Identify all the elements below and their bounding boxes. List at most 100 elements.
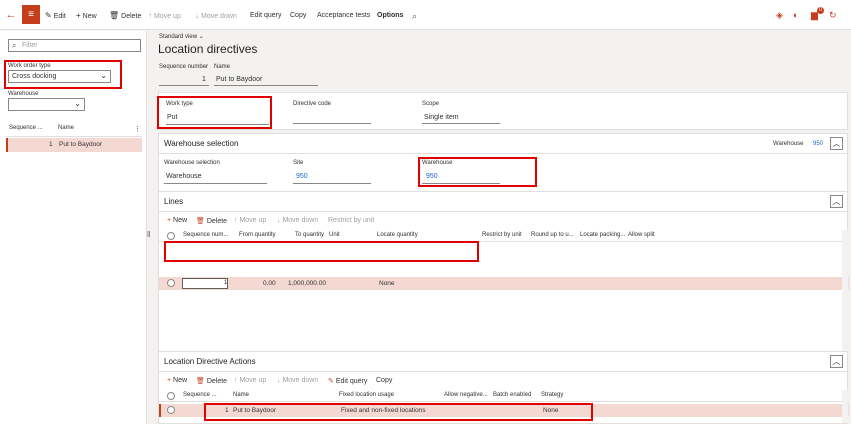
options-tab[interactable]: Options [377, 10, 403, 22]
actions-move-up-button[interactable]: ↑ Move up [234, 377, 266, 384]
chevron-up-icon[interactable]: ︿ [830, 137, 843, 150]
column-name[interactable]: Name [233, 392, 249, 398]
column-restrict-by-unit[interactable]: Restrict by unit [482, 232, 522, 238]
hamburger-menu-icon[interactable]: ≡ [22, 5, 40, 24]
column-from-quantity[interactable]: From quantity [239, 232, 276, 238]
column-name[interactable]: Name [58, 125, 74, 131]
plus-icon: + [167, 217, 172, 224]
scope-label: Scope [422, 101, 440, 107]
pencil-icon: ✎ [328, 378, 334, 385]
column-to-quantity[interactable]: To quantity [295, 232, 324, 238]
row-select-radio[interactable] [167, 279, 175, 287]
chevron-up-icon[interactable]: ︿ [830, 355, 843, 368]
warehouse-selection-title[interactable]: Warehouse selection [164, 139, 238, 148]
lines-scrollbar[interactable] [842, 230, 848, 355]
plus-icon: + [76, 11, 81, 20]
back-arrow-icon[interactable]: ← [4, 8, 18, 22]
column-locate-quantity[interactable]: Locate quantity [377, 232, 418, 238]
lines-section: Lines ︿ + New 🗑 Delete ↑ Move up ↓ Move … [158, 191, 849, 356]
trash-icon: 🗑 [196, 378, 205, 385]
splitter-handle[interactable]: ‖ [147, 230, 150, 239]
highlight-lines-row [164, 241, 479, 262]
table-row[interactable]: 1 0.00 1,000,000.00 None [159, 277, 849, 290]
edit-query-button[interactable]: Edit query [250, 10, 282, 22]
name-label: Name [214, 64, 231, 70]
lines-move-up-button[interactable]: ↑ Move up [234, 217, 266, 224]
list-item[interactable]: 1 Put to Baydoor [6, 138, 142, 152]
column-batch-enabled[interactable]: Batch enabled [493, 392, 531, 398]
move-down-button[interactable]: ↓ Move down [195, 10, 237, 22]
action-pane: ← ≡ ✎ Edit + New 🗑 Delete ↑ Move up ↓ Move do… [0, 0, 851, 30]
refresh-icon[interactable]: ↻ [829, 9, 837, 21]
edit-button[interactable]: ✎ Edit [45, 10, 66, 22]
office-icon[interactable]: ◐ [793, 9, 798, 21]
column-sequence[interactable]: Sequence ... [183, 392, 217, 398]
sequence-number-field[interactable]: 1 [202, 76, 206, 83]
actions-new-button[interactable]: + New [167, 377, 187, 384]
pencil-icon: ✎ [45, 11, 52, 20]
actions-grid-header: Sequence ... Name Fixed location usage A… [159, 390, 849, 402]
lines-title[interactable]: Lines [164, 197, 183, 206]
view-selector[interactable]: Standard view ⌄ [159, 33, 204, 40]
arrow-down-icon: ↓ [277, 377, 281, 384]
column-locate-packing[interactable]: Locate packing... [580, 232, 625, 238]
search-icon[interactable]: ⌕ [412, 10, 417, 22]
search-icon: ⌕ [12, 41, 17, 50]
copy-button[interactable]: Copy [290, 10, 306, 22]
arrow-down-icon: ↓ [195, 11, 199, 20]
column-strategy[interactable]: Strategy [541, 392, 563, 398]
column-fixed-location-usage[interactable]: Fixed location usage [339, 392, 394, 398]
sequence-cell-input[interactable] [182, 278, 228, 289]
actions-copy-button[interactable]: Copy [376, 377, 392, 384]
column-allow-split[interactable]: Allow split [628, 232, 655, 238]
arrow-up-icon: ↑ [234, 377, 238, 384]
new-button[interactable]: + New [76, 10, 97, 22]
highlight-action-row [204, 403, 593, 421]
column-sequence[interactable]: Sequence ... [9, 125, 43, 131]
trash-icon: 🗑 [109, 11, 120, 20]
plus-icon: + [167, 377, 172, 384]
warehouse-select[interactable]: ⌄ [8, 98, 85, 111]
site-field[interactable]: 950 [296, 173, 308, 180]
delete-button[interactable]: 🗑 Delete [109, 10, 141, 22]
trash-icon: 🗑 [196, 218, 205, 225]
lines-restrict-by-unit-button[interactable]: Restrict by unit [328, 217, 374, 224]
list-header: Sequence ... Name ⋮ [6, 123, 142, 137]
warehouse-selection-label: Warehouse selection [164, 160, 220, 166]
select-all-radio[interactable] [167, 392, 175, 400]
lines-move-down-button[interactable]: ↓ Move down [277, 217, 318, 224]
actions-move-down-button[interactable]: ↓ Move down [277, 377, 318, 384]
filter-input[interactable]: ⌕ Filter [8, 39, 141, 52]
highlight-warehouse [418, 157, 537, 187]
lines-delete-button[interactable]: 🗑 Delete [196, 217, 227, 225]
actions-title[interactable]: Location Directive Actions [164, 357, 256, 366]
more-icon[interactable]: ⋮ [134, 125, 141, 133]
column-round-up[interactable]: Round up to u... [531, 232, 574, 238]
scope-field[interactable]: Single item [424, 114, 459, 121]
summary-warehouse-label: Warehouse [773, 141, 804, 147]
arrow-up-icon: ↑ [148, 11, 152, 20]
arrow-up-icon: ↑ [234, 217, 238, 224]
column-allow-negative[interactable]: Allow negative... [444, 392, 488, 398]
move-up-button[interactable]: ↑ Move up [148, 10, 181, 22]
chevron-up-icon[interactable]: ︿ [830, 195, 843, 208]
column-sequence[interactable]: Sequence num... [183, 232, 228, 238]
site-label: Site [293, 160, 304, 166]
row-select-radio[interactable] [167, 406, 175, 414]
select-all-radio[interactable] [167, 232, 175, 240]
highlight-work-type [157, 96, 272, 129]
name-field[interactable]: Put to Baydoor [216, 76, 262, 83]
diamond-icon[interactable]: ◈ [776, 9, 783, 21]
notification-badge: 0 [817, 7, 824, 14]
chevron-down-icon: ⌄ [198, 34, 204, 40]
warehouse-selection-field[interactable]: Warehouse [166, 173, 202, 180]
column-unit[interactable]: Unit [329, 232, 340, 238]
actions-scrollbar[interactable] [842, 390, 848, 423]
actions-delete-button[interactable]: 🗑 Delete [196, 377, 227, 385]
highlight-work-order-type [4, 60, 122, 89]
details-pane: Standard view ⌄ Location directives Sequ… [152, 31, 851, 424]
acceptance-tests-button[interactable]: Acceptance tests [317, 10, 370, 22]
actions-edit-query-button[interactable]: ✎ Edit query [328, 377, 367, 385]
lines-new-button[interactable]: + New [167, 217, 187, 224]
directive-code-label: Directive code [293, 101, 332, 107]
